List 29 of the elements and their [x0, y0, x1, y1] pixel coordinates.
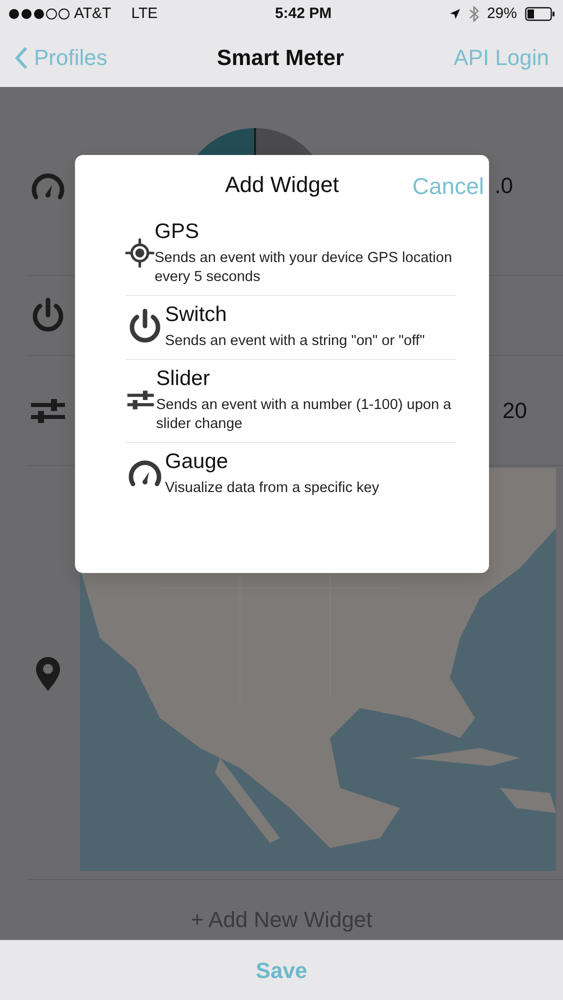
option-title: Slider: [156, 366, 211, 392]
network-type: LTE: [131, 4, 158, 24]
widget-option[interactable]: Switch Sends an event with a string "on" or "off": [125, 296, 456, 360]
option-title: Gauge: [165, 449, 230, 475]
value-label: .0: [494, 172, 513, 200]
option-description: Sends an event with a string "on" or "off": [165, 332, 425, 351]
widget-option[interactable]: Slider Sends an event with a number (1-100) upon a slider change: [125, 360, 456, 443]
api-login-button[interactable]: API Login: [454, 41, 549, 74]
battery-icon: [525, 7, 555, 21]
option-description: Sends an event with your device GPS location every 5 seconds: [154, 249, 454, 287]
option-description: Sends an event with a number (1-100) upon a slider change: [156, 396, 452, 434]
battery-percentage: 29%: [486, 4, 517, 24]
clock: 5:42 PM: [274, 4, 333, 24]
screen-title: Smart Meter: [216, 44, 346, 72]
dialog-title: Add Widget: [225, 170, 339, 199]
value-label: 20: [502, 397, 527, 425]
widget-option[interactable]: Gauge Visualize data from a specific key: [125, 443, 456, 506]
signal-icon: [8, 8, 70, 20]
cancel-button[interactable]: Cancel: [412, 169, 484, 204]
option-description: Visualize data from a specific key: [165, 479, 380, 498]
save-button[interactable]: Save: [250, 952, 314, 988]
location-arrow-icon: [448, 8, 461, 20]
option-title: GPS: [154, 219, 200, 245]
bluetooth-icon: [468, 6, 479, 22]
option-title: Switch: [165, 302, 228, 328]
back-button[interactable]: Profiles: [14, 41, 108, 74]
widget-option[interactable]: GPS Sends an event with your device GPS location every 5 seconds: [125, 213, 456, 296]
chevron-left-icon: [14, 46, 28, 70]
carrier-name: AT&T: [74, 4, 112, 24]
